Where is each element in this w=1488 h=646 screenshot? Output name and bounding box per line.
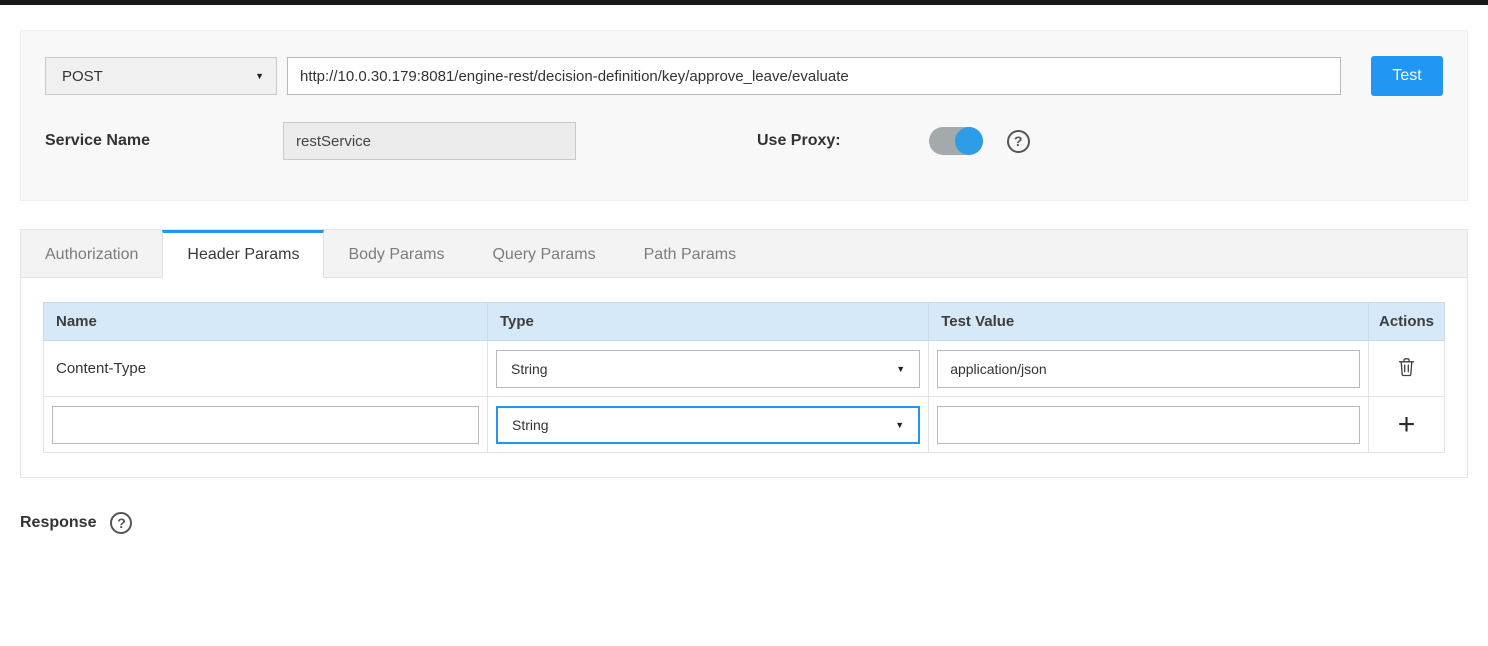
tab-authorization[interactable]: Authorization xyxy=(21,230,162,277)
header-params-content: Name Type Test Value Actions Content-Typ… xyxy=(21,278,1467,477)
add-row-icon[interactable]: + xyxy=(1398,408,1416,441)
column-header-type: Type xyxy=(487,303,928,341)
tab-body-params[interactable]: Body Params xyxy=(324,230,468,277)
toggle-knob xyxy=(955,127,983,155)
header-params-table: Name Type Test Value Actions Content-Typ… xyxy=(43,302,1445,453)
column-header-actions: Actions xyxy=(1369,303,1445,341)
new-param-name-input[interactable] xyxy=(52,406,479,444)
test-button[interactable]: Test xyxy=(1371,56,1443,96)
tab-header-params[interactable]: Header Params xyxy=(162,230,324,278)
tab-query-params[interactable]: Query Params xyxy=(468,230,619,277)
new-param-type-select[interactable]: String ▼ xyxy=(496,406,920,444)
request-url-row: POST ▼ Test xyxy=(45,56,1443,96)
top-bar xyxy=(0,0,1488,5)
table-header-row: Name Type Test Value Actions xyxy=(44,303,1445,341)
response-label: Response xyxy=(20,514,96,532)
new-param-type-value: String xyxy=(512,417,549,433)
param-name-text: Content-Type xyxy=(44,341,488,397)
service-name-input[interactable] xyxy=(283,122,576,160)
chevron-down-icon: ▼ xyxy=(895,420,904,430)
tabs-bar: Authorization Header Params Body Params … xyxy=(21,230,1467,278)
tab-path-params[interactable]: Path Params xyxy=(620,230,760,277)
column-header-test-value: Test Value xyxy=(929,303,1369,341)
request-config-panel: POST ▼ Test Service Name Use Proxy: ? xyxy=(20,30,1468,201)
table-row-new-param: String ▼ + xyxy=(44,397,1445,453)
service-name-label: Service Name xyxy=(45,132,283,150)
new-param-test-value-input[interactable] xyxy=(937,406,1360,444)
column-header-name: Name xyxy=(44,303,488,341)
chevron-down-icon: ▼ xyxy=(255,71,264,81)
chevron-down-icon: ▼ xyxy=(896,364,905,374)
param-type-select[interactable]: String ▼ xyxy=(496,350,920,388)
table-row-content-type: Content-Type String ▼ xyxy=(44,341,1445,397)
response-help-icon[interactable]: ? xyxy=(110,512,132,534)
use-proxy-toggle[interactable] xyxy=(929,127,983,155)
use-proxy-help-icon[interactable]: ? xyxy=(1007,130,1030,153)
use-proxy-label: Use Proxy: xyxy=(757,132,841,150)
service-proxy-row: Service Name Use Proxy: ? xyxy=(45,122,1443,160)
http-method-value: POST xyxy=(62,68,103,85)
http-method-select[interactable]: POST ▼ xyxy=(45,57,277,95)
response-section: Response ? xyxy=(20,512,1468,534)
delete-row-icon[interactable] xyxy=(1398,357,1415,377)
params-panel: Authorization Header Params Body Params … xyxy=(20,229,1468,478)
param-test-value-input[interactable] xyxy=(937,350,1360,388)
url-input[interactable] xyxy=(287,57,1341,95)
param-type-value: String xyxy=(511,361,548,377)
